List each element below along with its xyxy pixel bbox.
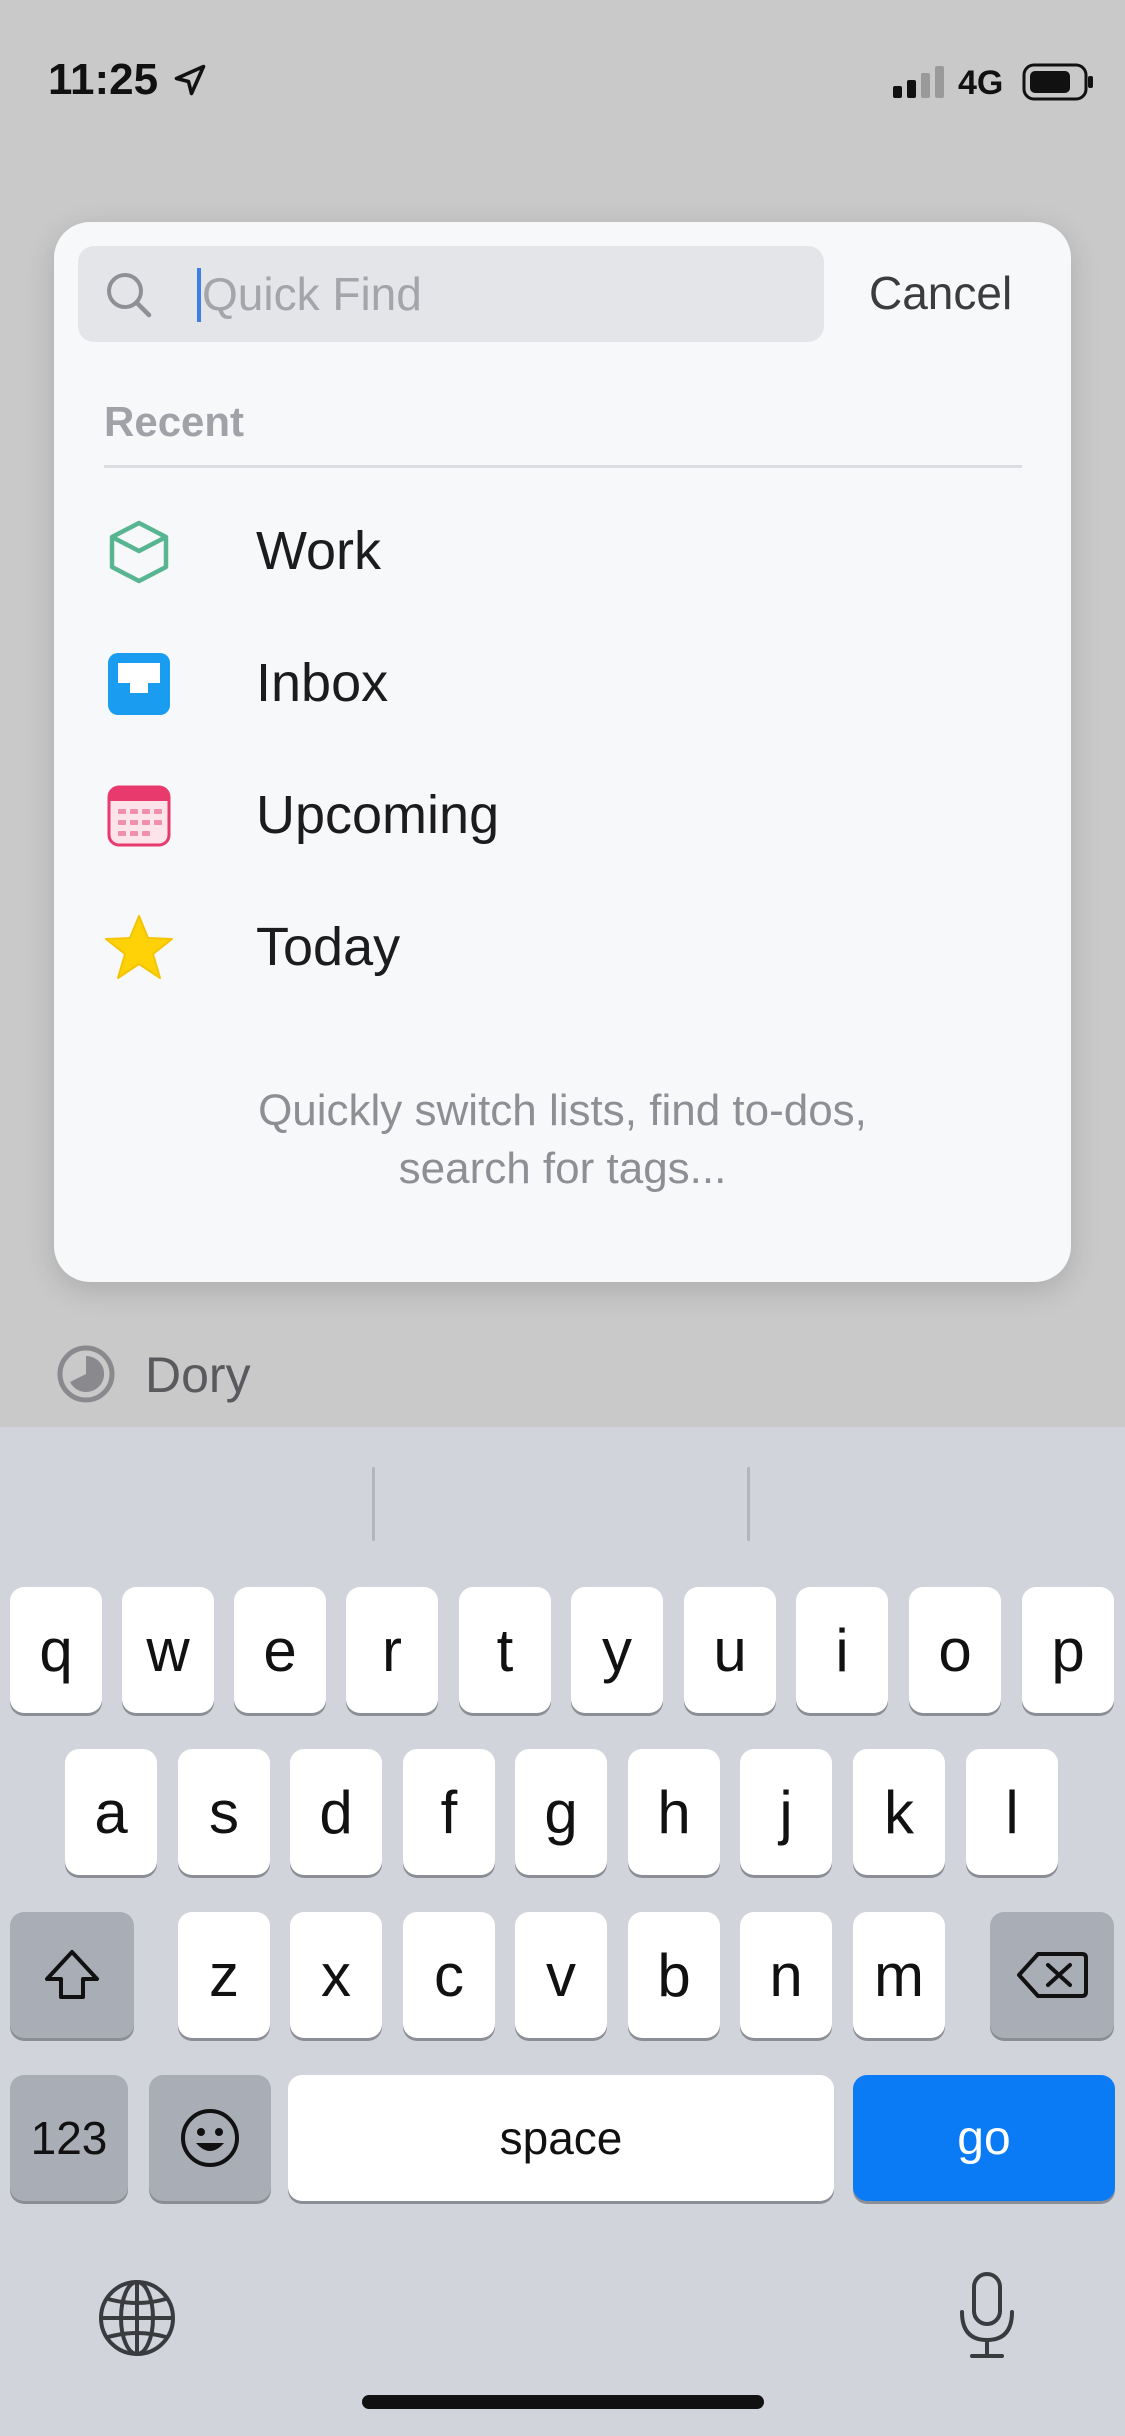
key-u[interactable]: u — [684, 1587, 776, 1713]
key-i[interactable]: i — [796, 1587, 888, 1713]
key-f[interactable]: f — [403, 1749, 495, 1875]
microphone-icon[interactable] — [954, 2270, 1020, 2362]
recent-item-today[interactable]: Today — [104, 888, 1022, 998]
home-indicator[interactable] — [362, 2395, 764, 2409]
go-key[interactable]: go — [853, 2075, 1115, 2201]
key-j[interactable]: j — [740, 1749, 832, 1875]
recent-item-label: Today — [256, 917, 401, 977]
cancel-button[interactable]: Cancel — [869, 266, 1012, 320]
shift-arrow-icon — [45, 1950, 99, 1999]
space-key[interactable]: space — [288, 2075, 834, 2201]
battery-icon — [1022, 63, 1093, 101]
emoji-key[interactable] — [149, 2075, 271, 2201]
key-a[interactable]: a — [65, 1749, 157, 1875]
key-t[interactable]: t — [459, 1587, 551, 1713]
key-s[interactable]: s — [178, 1749, 270, 1875]
section-divider — [104, 465, 1022, 468]
key-d[interactable]: d — [290, 1749, 382, 1875]
key-v[interactable]: v — [515, 1912, 607, 2038]
key-m[interactable]: m — [853, 1912, 945, 2038]
key-c[interactable]: c — [403, 1912, 495, 2038]
hint-line: search for tags... — [398, 1144, 727, 1193]
numbers-key[interactable]: 123 — [10, 2075, 128, 2201]
status-time: 11:25 — [48, 55, 159, 104]
key-r[interactable]: r — [346, 1587, 438, 1713]
key-e[interactable]: e — [234, 1587, 326, 1713]
key-y[interactable]: y — [571, 1587, 663, 1713]
key-k[interactable]: k — [853, 1749, 945, 1875]
key-q[interactable]: q — [10, 1587, 102, 1713]
globe-icon[interactable] — [96, 2277, 178, 2359]
calendar-icon — [107, 785, 171, 847]
quick-find-hint: Quickly switch lists, find to-dos, searc… — [54, 1082, 1071, 1198]
quick-find-panel: Cancel Recent Work Inbox — [54, 222, 1071, 1282]
location-arrow-icon — [174, 64, 206, 96]
on-screen-keyboard: q w e r t y u i o p a s d f g h j k l z … — [0, 1427, 1125, 2436]
search-icon — [107, 273, 152, 318]
progress-circle-icon — [57, 1345, 115, 1403]
hint-line: Quickly switch lists, find to-dos, — [258, 1086, 867, 1135]
quick-find-input[interactable] — [202, 260, 802, 328]
search-box[interactable] — [78, 246, 824, 342]
backspace-key[interactable] — [990, 1912, 1114, 2038]
recent-item-label: Work — [256, 521, 382, 581]
key-z[interactable]: z — [178, 1912, 270, 2038]
network-type-label: 4G — [958, 64, 1004, 102]
recent-item-label: Upcoming — [256, 785, 500, 845]
status-bar: 11:25 4G — [0, 0, 1125, 150]
suggestion-separator — [747, 1467, 750, 1541]
key-p[interactable]: p — [1022, 1587, 1114, 1713]
shift-key[interactable] — [10, 1912, 134, 2038]
recent-item-inbox[interactable]: Inbox — [104, 624, 1022, 734]
key-w[interactable]: w — [122, 1587, 214, 1713]
recent-section-header: Recent — [104, 398, 245, 445]
recent-item-label: Inbox — [256, 653, 389, 713]
background-list-label: Dory — [145, 1347, 251, 1403]
star-icon — [105, 915, 173, 979]
key-l[interactable]: l — [966, 1749, 1058, 1875]
key-o[interactable]: o — [909, 1587, 1001, 1713]
suggestion-separator — [372, 1467, 375, 1541]
key-g[interactable]: g — [515, 1749, 607, 1875]
cellular-signal-icon — [893, 66, 944, 98]
backspace-icon — [1017, 1952, 1088, 1998]
inbox-icon — [108, 653, 170, 715]
work-area-icon — [109, 520, 169, 584]
recent-item-work[interactable]: Work — [104, 492, 1022, 602]
background-list-item: Dory — [0, 1330, 1125, 1430]
key-h[interactable]: h — [628, 1749, 720, 1875]
recent-item-upcoming[interactable]: Upcoming — [104, 756, 1022, 866]
emoji-icon — [181, 2109, 239, 2167]
key-x[interactable]: x — [290, 1912, 382, 2038]
key-n[interactable]: n — [740, 1912, 832, 2038]
text-caret — [197, 268, 201, 322]
key-b[interactable]: b — [628, 1912, 720, 2038]
